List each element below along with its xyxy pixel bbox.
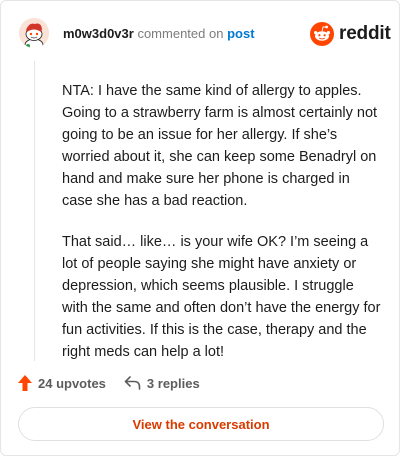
avatar-snoo-icon (19, 18, 49, 48)
brand-name: reddit (339, 23, 391, 44)
replies-button[interactable]: 3 replies (124, 376, 200, 391)
username[interactable]: m0w3d0v3r (63, 26, 134, 41)
reply-count: 3 replies (146, 375, 200, 391)
view-conversation-button[interactable]: View the conversation (18, 407, 384, 441)
comment-header: m0w3d0v3r commented on post (63, 26, 255, 42)
avatar[interactable] (19, 18, 49, 48)
reddit-snoo-icon (310, 22, 334, 46)
comment-paragraph: NTA: I have the same kind of allergy to … (62, 83, 378, 209)
comment-action-text: commented on (137, 26, 224, 41)
upvote-button[interactable]: 24 upvotes (18, 375, 106, 391)
upvote-count: 24 upvotes (38, 375, 106, 391)
comment-body: NTA: I have the same kind of allergy to … (62, 80, 382, 382)
thread-line (34, 61, 35, 361)
comment-card: m0w3d0v3r commented on post reddit NTA: … (0, 0, 400, 456)
upvote-arrow-icon (18, 375, 32, 391)
comment-actions: 24 upvotes 3 replies (18, 373, 200, 393)
comment-paragraph: That said… like… is your wife OK? I’m se… (62, 234, 381, 360)
reply-arrow-icon (124, 376, 141, 390)
reddit-logo[interactable]: reddit (310, 21, 391, 47)
post-link[interactable]: post (227, 26, 254, 41)
